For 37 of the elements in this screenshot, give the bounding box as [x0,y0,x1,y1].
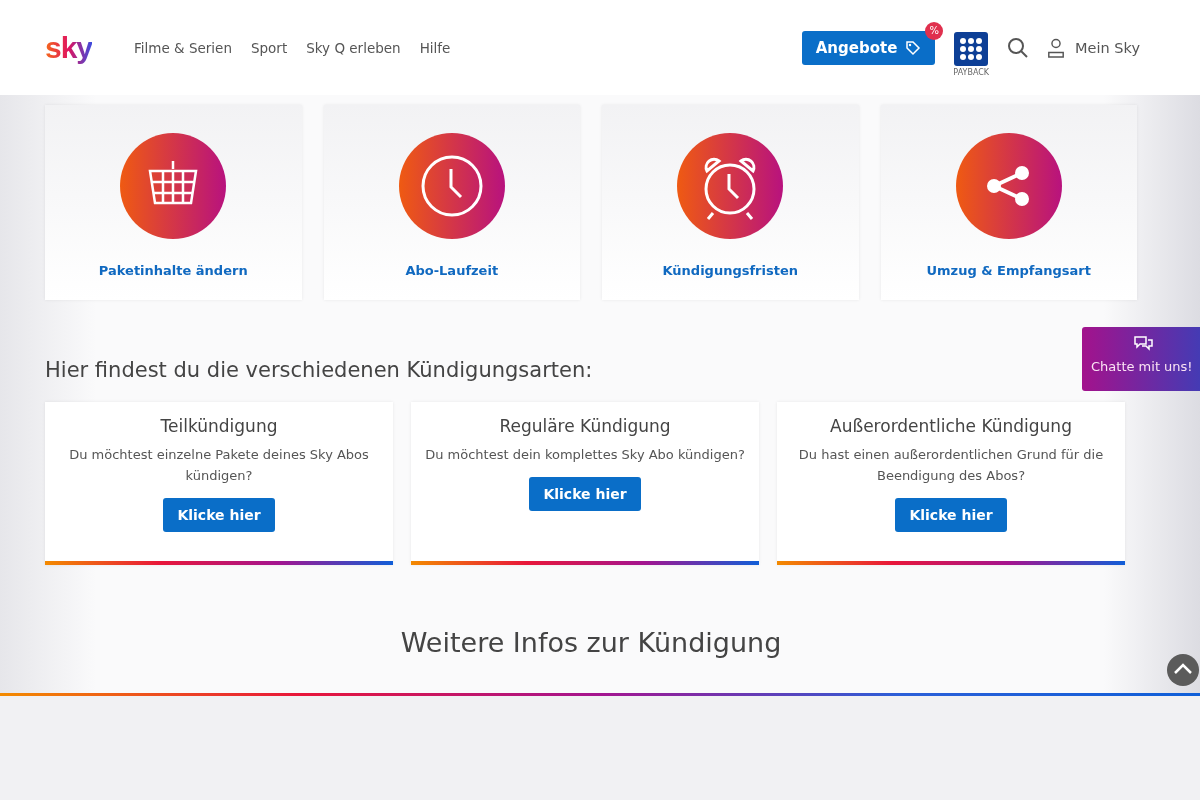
share-icon [955,133,1062,239]
chat-button[interactable]: Chatte mit uns! [1082,327,1200,391]
card-title: Reguläre Kündigung [499,416,671,436]
topic-label: Umzug & Empfangsart [926,263,1091,278]
nav-link[interactable]: Filme & Serien [134,39,232,56]
scroll-up-icon[interactable] [1167,654,1199,686]
topic-card[interactable]: Paketinhalte ändern [45,105,302,300]
topic-label: Abo-Laufzeit [405,263,499,278]
click-here-button[interactable]: Klicke hier [895,498,1007,532]
card-title: Teilkündigung [160,416,278,436]
topic-label: Kündigungsfristen [662,263,798,278]
card-title: Außerordentliche Kündigung [830,416,1072,436]
nav-link[interactable]: Sport [250,39,288,56]
discount-badge: % [925,21,944,40]
click-here-button[interactable]: Klicke hier [529,477,641,511]
basket-icon [120,133,227,239]
more-info-heading: Weitere Infos zur Kündigung [399,627,783,658]
payback-logo-icon[interactable] [954,32,989,66]
click-here-button[interactable]: Klicke hier [163,498,275,532]
payback-label: PAYBACK [953,68,990,77]
nav-link[interactable]: Sky Q erleben [306,39,401,56]
nav-link[interactable]: Hilfe [419,39,451,56]
topic-label: Paketinhalte ändern [98,263,248,278]
topic-card[interactable]: Kündigungsfristen [602,105,859,300]
tag-icon [905,39,922,56]
clock-icon [398,133,505,239]
section-heading: Hier findest du die verschiedenen Kündigungsarten: [45,358,593,382]
account-link[interactable]: Mein Sky [1047,37,1140,58]
topic-card[interactable]: Abo-Laufzeit [323,105,580,300]
topic-card[interactable]: Umzug & Empfangsart [880,105,1137,300]
account-label: Mein Sky [1075,39,1140,56]
alarm-clock-icon [677,133,784,239]
card-description: Du möchtest einzelne Pakete deines Sky Abos kündigen? [68,446,370,485]
card-description: Du hast einen außerordentlichen Grund für die Beendigung des Abos? [797,446,1105,485]
search-icon[interactable] [1007,36,1030,59]
person-icon [1047,37,1066,58]
card-description: Du möchtest dein komplettes Sky Abo kündigen? [425,446,745,464]
